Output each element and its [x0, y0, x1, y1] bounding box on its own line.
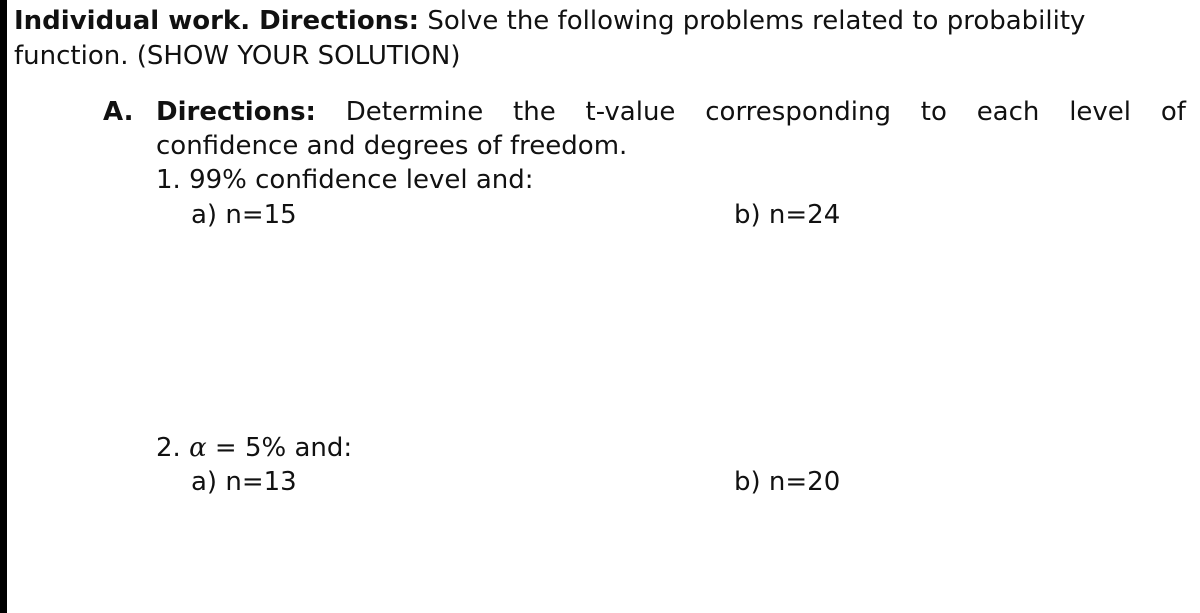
problem-prompt: = 5% and: — [206, 433, 353, 463]
problem-1-part-a: a) n=15 — [191, 200, 297, 230]
directions-word: of — [1160, 97, 1186, 127]
problem-2: 2. α = 5% and: — [156, 433, 352, 463]
directions-word: level — [1069, 97, 1132, 127]
directions-label: Directions: — [156, 97, 316, 127]
part-value: n=20 — [768, 467, 841, 497]
directions-word: t-value — [585, 97, 676, 127]
part-label: a) — [191, 200, 218, 230]
problem-2-part-b: b) n=20 — [734, 467, 840, 497]
directions-word: Determine — [345, 97, 484, 127]
header-text: Solve the following problems related to … — [419, 6, 1086, 36]
header-line-1: Individual work. Directions: Solve the f… — [14, 6, 1085, 36]
header-bold-lead: Individual work. Directions: — [14, 6, 420, 36]
problem-number: 1. — [156, 165, 181, 195]
problem-2-part-a: a) n=13 — [191, 467, 297, 497]
part-label: a) — [191, 467, 218, 497]
left-border — [0, 0, 7, 613]
problem-1-part-b: b) n=24 — [734, 200, 840, 230]
part-value: n=15 — [225, 200, 297, 230]
header-line-2: function. (SHOW YOUR SOLUTION) — [14, 41, 461, 71]
section-label: A. — [103, 97, 134, 127]
section-directions-line-1: Directions: Determine the t-value corres… — [156, 97, 1186, 127]
problem-prompt: 99% confidence level and: — [189, 165, 534, 195]
problem-1: 1. 99% confidence level and: — [156, 165, 534, 195]
directions-word: each — [976, 97, 1040, 127]
directions-word: the — [513, 97, 556, 127]
part-value: n=24 — [768, 200, 841, 230]
part-label: b) — [734, 467, 761, 497]
directions-word: corresponding — [705, 97, 891, 127]
problem-number: 2. — [156, 433, 181, 463]
directions-word: to — [920, 97, 947, 127]
part-value: n=13 — [225, 467, 297, 497]
part-label: b) — [734, 200, 761, 230]
section-directions-line-2: confidence and degrees of freedom. — [156, 131, 628, 161]
alpha-symbol: α — [189, 433, 207, 463]
